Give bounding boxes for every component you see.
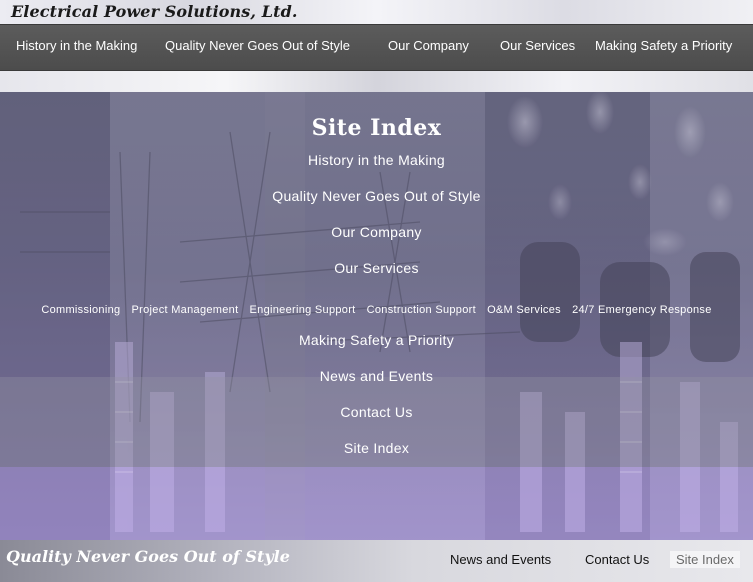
service-links-row: Commissioning Project Management Enginee… bbox=[0, 298, 753, 317]
nav-item-history[interactable]: History in the Making bbox=[16, 38, 137, 53]
footer: Quality Never Goes Out of Style News and… bbox=[0, 540, 753, 582]
nav-item-our-company[interactable]: Our Company bbox=[388, 38, 469, 53]
index-link-site-index[interactable]: Site Index bbox=[0, 440, 753, 456]
service-link-engineering-support[interactable]: Engineering Support bbox=[250, 304, 356, 316]
divider-strip bbox=[0, 71, 753, 92]
site-index-panel: Site Index History in the Making Quality… bbox=[0, 92, 753, 467]
footer-link-contact-us[interactable]: Contact Us bbox=[585, 552, 649, 567]
nav-item-quality[interactable]: Quality Never Goes Out of Style bbox=[165, 38, 350, 53]
service-link-commissioning[interactable]: Commissioning bbox=[41, 304, 120, 316]
footer-tagline: Quality Never Goes Out of Style bbox=[6, 547, 290, 566]
service-link-om-services[interactable]: O&M Services bbox=[487, 304, 561, 316]
footer-link-site-index[interactable]: Site Index bbox=[670, 551, 740, 568]
nav-item-our-services[interactable]: Our Services bbox=[500, 38, 575, 53]
index-link-news-events[interactable]: News and Events bbox=[0, 368, 753, 384]
index-link-history[interactable]: History in the Making bbox=[0, 152, 753, 168]
index-link-our-company[interactable]: Our Company bbox=[0, 224, 753, 240]
index-link-safety[interactable]: Making Safety a Priority bbox=[0, 332, 753, 348]
service-link-construction-support[interactable]: Construction Support bbox=[367, 304, 476, 316]
hero-image: Site Index History in the Making Quality… bbox=[0, 92, 753, 540]
company-logo-text[interactable]: Electrical Power Solutions, Ltd. bbox=[11, 2, 298, 21]
index-link-our-services[interactable]: Our Services bbox=[0, 260, 753, 276]
main-nav: History in the Making Quality Never Goes… bbox=[0, 24, 753, 71]
service-link-project-management[interactable]: Project Management bbox=[132, 304, 239, 316]
service-link-emergency-response[interactable]: 24/7 Emergency Response bbox=[572, 304, 712, 316]
page: Electrical Power Solutions, Ltd. History… bbox=[0, 0, 753, 582]
header-strip: Electrical Power Solutions, Ltd. bbox=[0, 0, 753, 24]
footer-link-news-events[interactable]: News and Events bbox=[450, 552, 551, 567]
index-link-contact-us[interactable]: Contact Us bbox=[0, 404, 753, 420]
index-link-quality[interactable]: Quality Never Goes Out of Style bbox=[0, 188, 753, 204]
site-index-title: Site Index bbox=[311, 115, 442, 141]
nav-item-safety[interactable]: Making Safety a Priority bbox=[595, 38, 732, 53]
